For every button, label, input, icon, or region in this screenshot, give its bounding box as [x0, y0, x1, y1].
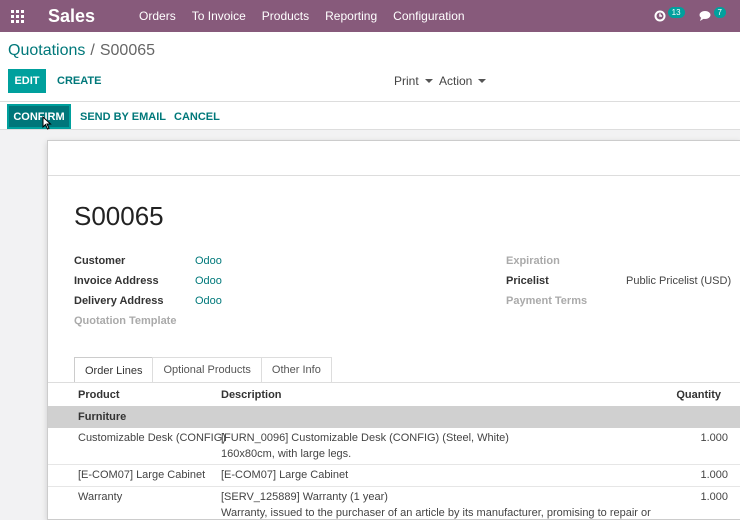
apps-grid-icon — [10, 9, 24, 23]
row-description: [FURN_0096] Customizable Desk (CONFIG) (… — [221, 430, 509, 462]
row-description-line: [E-COM07] Large Cabinet — [221, 469, 349, 481]
row-description-line: [SERV_125889] Warranty (1 year) — [221, 491, 388, 503]
action-dropdown[interactable]: Action — [439, 69, 487, 93]
document-title: S00065 — [74, 201, 164, 231]
order-lines-table: Product Description Quantity Furniture C… — [48, 382, 740, 520]
tab-optional-products[interactable]: Optional Products — [152, 357, 262, 382]
breadcrumb-quotations-link[interactable]: Quotations — [8, 42, 85, 60]
row-product: Customizable Desk (CONFIG) — [78, 432, 226, 444]
form-sheet: S00065 Customer Odoo Invoice Address Odo… — [47, 140, 740, 520]
menu-orders[interactable]: Orders — [131, 0, 184, 32]
menu-to-invoice[interactable]: To Invoice — [184, 0, 254, 32]
create-button[interactable]: CREATE — [57, 69, 101, 93]
menu-configuration[interactable]: Configuration — [385, 0, 472, 32]
sheet-header — [48, 141, 740, 176]
caret-down-icon — [424, 79, 433, 83]
control-panel: Quotations / S00065 EDIT CREATE Print Ac… — [0, 32, 740, 102]
column-quantity[interactable]: Quantity — [676, 389, 721, 401]
cancel-button[interactable]: CANCEL — [174, 105, 220, 128]
row-product: Warranty — [78, 491, 123, 503]
edit-button[interactable]: EDIT — [8, 69, 46, 93]
top-navbar: Sales Orders To Invoice Products Reporti… — [0, 0, 740, 32]
activity-button[interactable]: 13 — [653, 7, 685, 23]
delivery-address-label: Delivery Address — [74, 295, 164, 307]
print-dropdown-label: Print — [394, 74, 419, 88]
delivery-address-value[interactable]: Odoo — [195, 295, 222, 307]
messages-button[interactable]: 7 — [699, 7, 726, 23]
chat-icon — [699, 9, 713, 23]
apps-menu-button[interactable] — [0, 0, 34, 32]
breadcrumb-separator: / — [90, 42, 95, 59]
action-dropdown-label: Action — [439, 74, 473, 88]
menu-reporting[interactable]: Reporting — [317, 0, 385, 32]
invoice-address-label: Invoice Address — [74, 275, 159, 287]
breadcrumb: Quotations / S00065 — [8, 42, 155, 60]
messages-count-badge: 7 — [713, 7, 726, 18]
clock-icon — [653, 9, 667, 23]
mouse-cursor-icon — [42, 116, 52, 130]
table-row[interactable]: [E-COM07] Large Cabinet [E-COM07] Large … — [48, 465, 740, 487]
customer-value[interactable]: Odoo — [195, 255, 222, 267]
row-description: [SERV_125889] Warranty (1 year) Warranty… — [221, 489, 651, 520]
row-description-line: [FURN_0096] Customizable Desk (CONFIG) (… — [221, 432, 509, 444]
row-quantity: 1.000 — [700, 491, 728, 503]
row-quantity: 1.000 — [700, 432, 728, 444]
table-row[interactable]: Warranty [SERV_125889] Warranty (1 year)… — [48, 487, 740, 520]
section-row[interactable]: Furniture — [48, 406, 740, 428]
pricelist-value[interactable]: Public Pricelist (USD) — [626, 275, 731, 287]
row-product: [E-COM07] Large Cabinet — [78, 469, 206, 481]
row-description: [E-COM07] Large Cabinet — [221, 467, 348, 483]
payment-terms-label: Payment Terms — [506, 295, 588, 307]
column-description[interactable]: Description — [221, 389, 282, 401]
confirm-button[interactable]: CONFIRM — [7, 104, 71, 129]
row-quantity: 1.000 — [700, 469, 728, 481]
column-product[interactable]: Product — [78, 389, 120, 401]
table-row[interactable]: Customizable Desk (CONFIG) [FURN_0096] C… — [48, 428, 740, 465]
expiration-label: Expiration — [506, 255, 560, 267]
row-description-line: 160x80cm, with large legs. — [221, 448, 352, 460]
tab-other-info[interactable]: Other Info — [260, 357, 332, 382]
invoice-address-value[interactable]: Odoo — [195, 275, 222, 287]
caret-down-icon — [478, 79, 487, 83]
customer-label: Customer — [74, 255, 126, 267]
app-name[interactable]: Sales — [48, 6, 95, 27]
send-by-email-button[interactable]: SEND BY EMAIL — [80, 105, 166, 128]
systray: 13 7 — [653, 0, 740, 32]
print-dropdown[interactable]: Print — [394, 69, 433, 93]
activity-count-badge: 13 — [667, 7, 685, 18]
statusbar: CONFIRM SEND BY EMAIL CANCEL — [0, 102, 740, 130]
menu-products[interactable]: Products — [254, 0, 317, 32]
row-description-line: Warranty, issued to the purchaser of an … — [221, 507, 651, 519]
notebook-tabs: Order Lines Optional Products Other Info — [74, 357, 332, 383]
quotation-template-label: Quotation Template — [74, 315, 177, 327]
table-header: Product Description Quantity — [48, 383, 740, 406]
pricelist-label: Pricelist — [506, 275, 549, 287]
tab-order-lines[interactable]: Order Lines — [74, 357, 154, 383]
main-menu: Orders To Invoice Products Reporting Con… — [131, 0, 473, 32]
breadcrumb-current: S00065 — [99, 42, 156, 59]
